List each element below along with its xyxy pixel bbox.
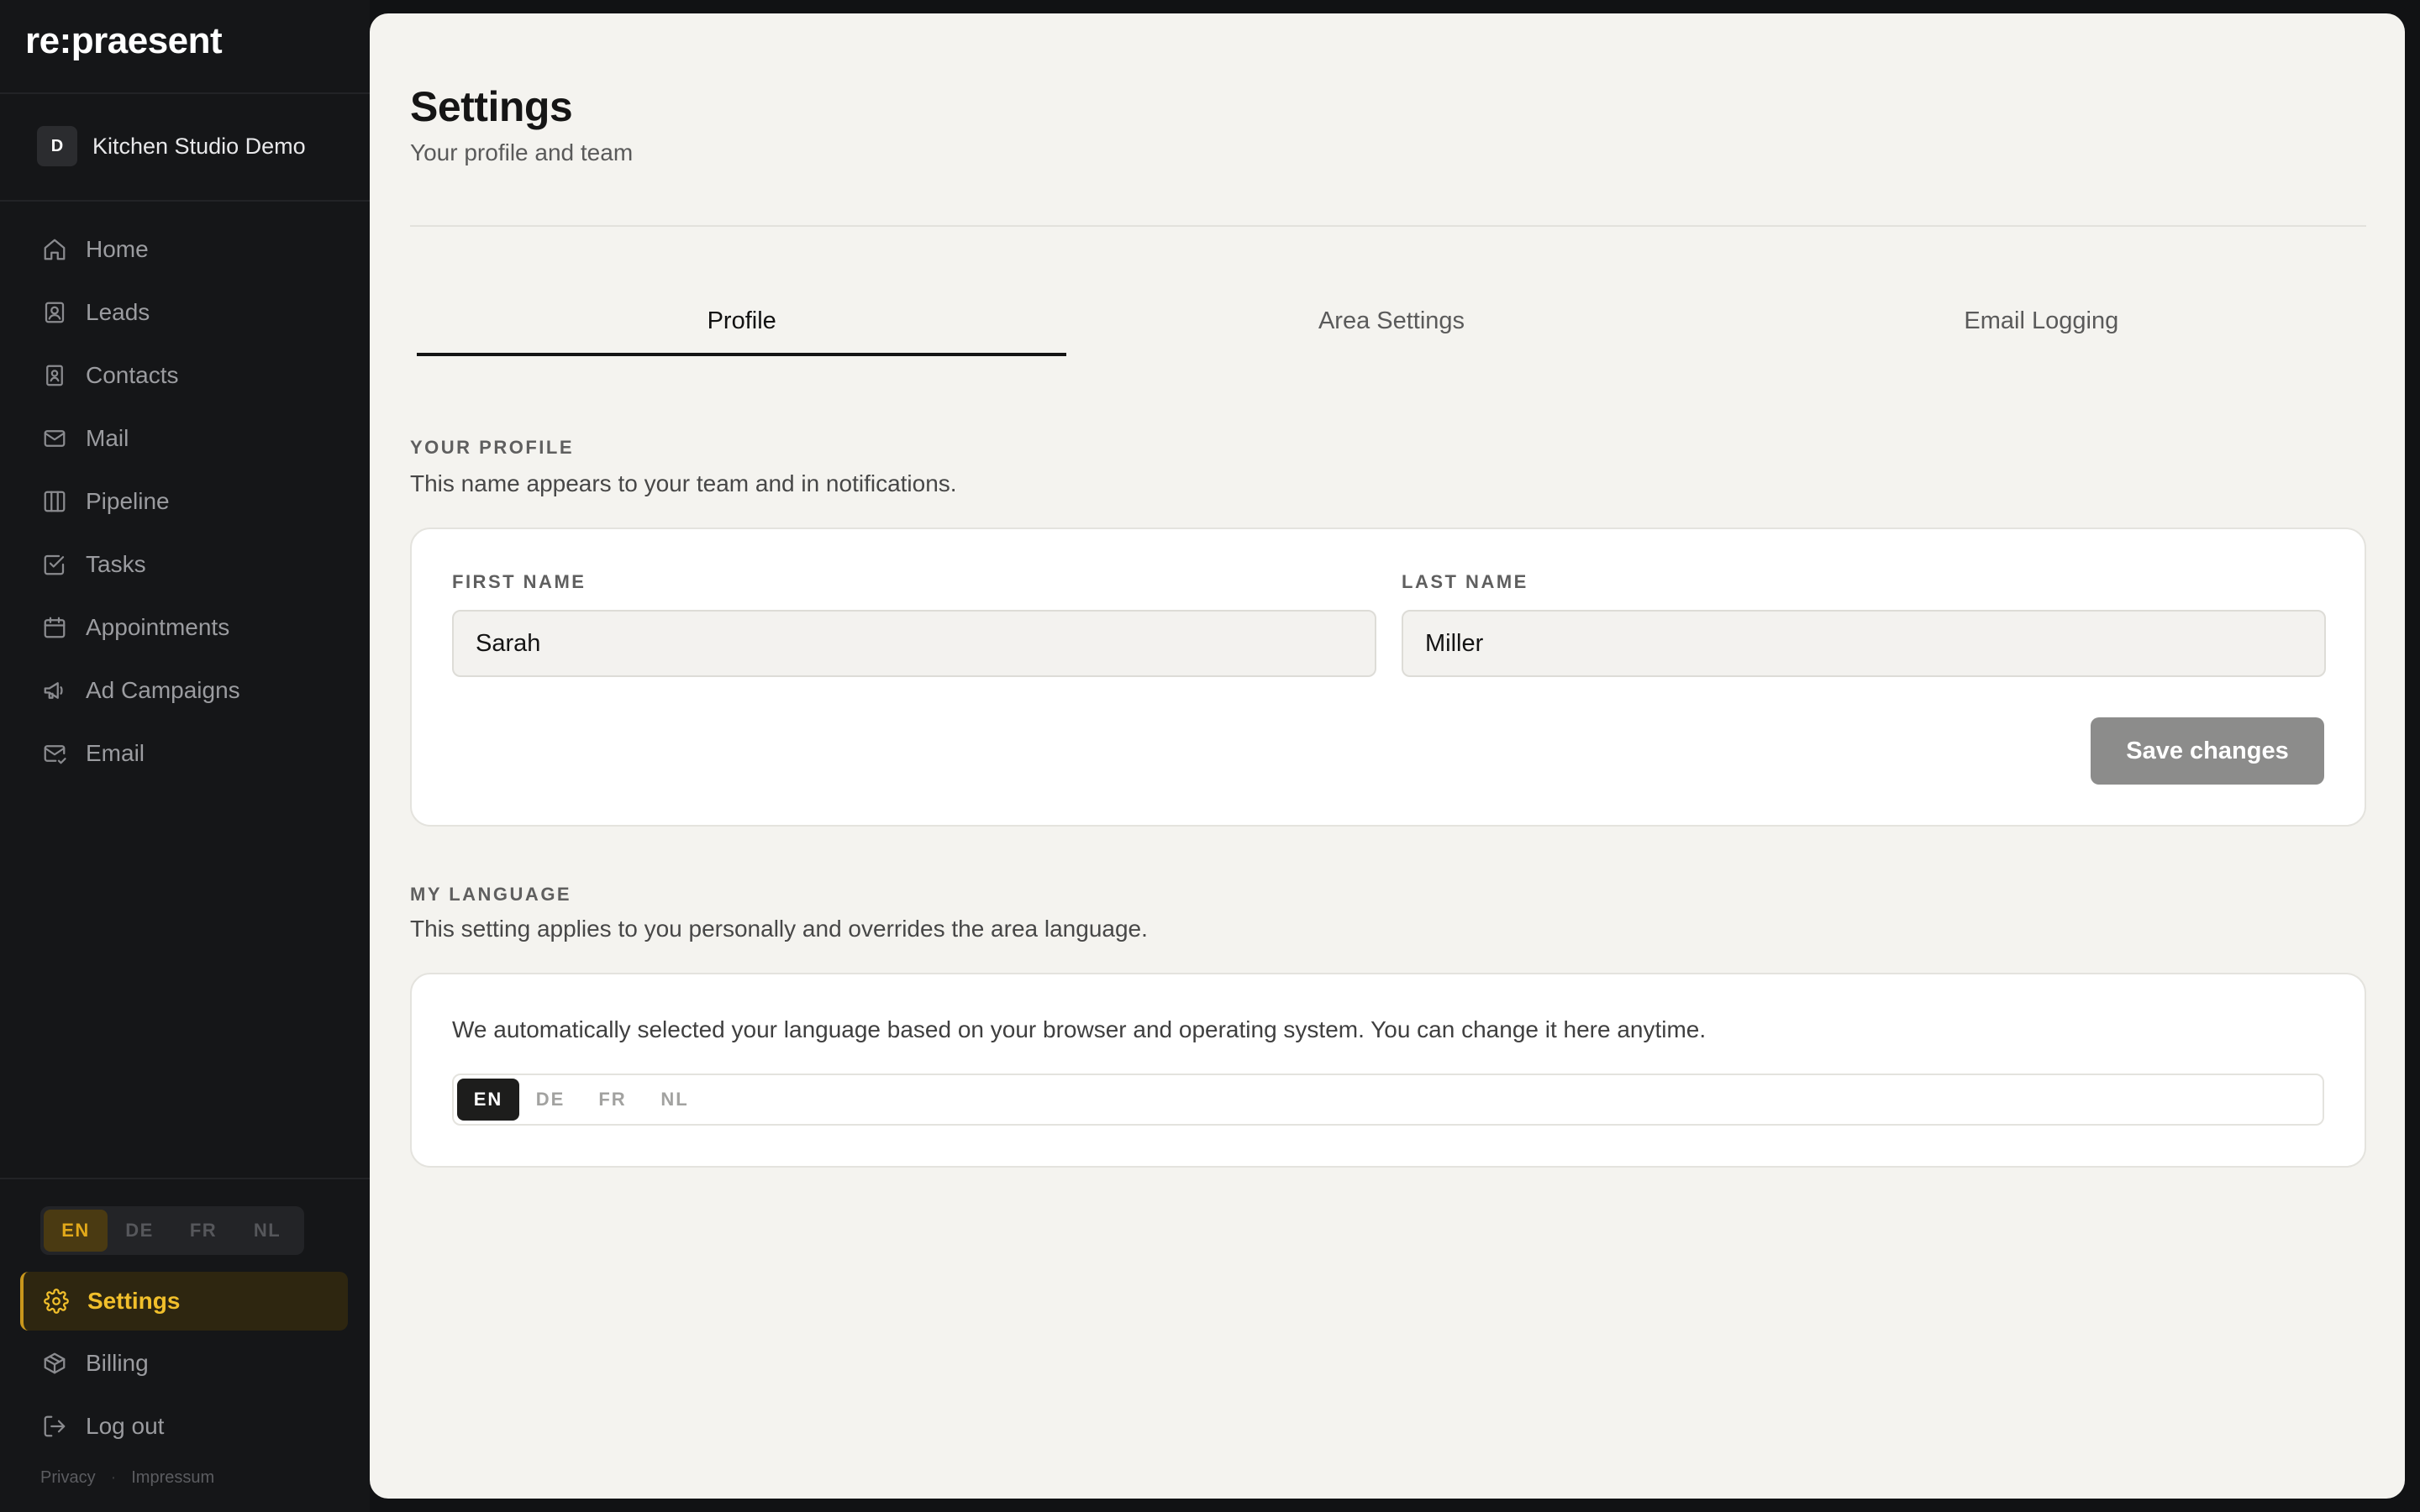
tab-profile[interactable]: Profile	[417, 284, 1067, 356]
gear-icon	[44, 1289, 69, 1314]
last-name-label: LAST NAME	[1402, 571, 1528, 592]
workspace-avatar: D	[37, 126, 77, 166]
sidebar-item-appointments[interactable]: Appointments	[20, 598, 348, 657]
sidebar-item-label: Tasks	[86, 551, 146, 577]
sidebar-item-label: Email	[86, 740, 145, 766]
privacy-link[interactable]: Privacy	[40, 1468, 96, 1488]
language-section-desc: This setting applies to you personally a…	[410, 916, 1148, 942]
header-divider	[410, 225, 2366, 227]
mail-icon	[44, 430, 66, 447]
first-name-label: FIRST NAME	[452, 571, 587, 592]
sidebar-item-email[interactable]: Email	[20, 724, 348, 783]
profile-section-label: YOUR PROFILE	[410, 437, 575, 458]
checkbox-icon	[44, 554, 65, 575]
calendar-icon	[44, 617, 66, 638]
sidebar-item-label: Pipeline	[86, 488, 170, 514]
tab-email-logging[interactable]: Email Logging	[1717, 284, 2366, 341]
sidebar-item-pipeline[interactable]: Pipeline	[20, 472, 348, 531]
workspace-name: Kitchen Studio Demo	[92, 133, 306, 159]
sidebar-item-billing[interactable]: Billing	[20, 1334, 348, 1393]
sidebar-item-label: Appointments	[86, 614, 230, 640]
sidebar-item-mail[interactable]: Mail	[20, 409, 348, 468]
sidebar-item-home[interactable]: Home	[20, 220, 348, 279]
lang-option-fr[interactable]: FR	[581, 1079, 644, 1121]
footer-separator: ·	[110, 1468, 117, 1487]
contact-card-icon	[46, 365, 63, 386]
profile-card: FIRST NAME Sarah LAST NAME Miller Save c…	[410, 528, 2366, 827]
mail-check-icon	[44, 745, 66, 764]
sidebar-item-settings[interactable]: Settings	[20, 1272, 348, 1331]
sidebar-item-ad-campaigns[interactable]: Ad Campaigns	[20, 661, 348, 720]
sidebar-divider	[0, 92, 370, 94]
profile-section-desc: This name appears to your team and in no…	[410, 470, 957, 496]
settings-tabs: Profile Area Settings Email Logging	[417, 284, 2366, 356]
sidebar-divider	[0, 200, 370, 202]
language-card: We automatically selected your language …	[410, 973, 2366, 1168]
lead-badge-icon	[45, 302, 65, 323]
sidebar-footer: Privacy · Impressum	[40, 1468, 214, 1488]
page-subtitle: Your profile and team	[410, 139, 634, 165]
workspace-switcher[interactable]: D Kitchen Studio Demo	[37, 126, 306, 166]
impressum-link[interactable]: Impressum	[131, 1468, 214, 1488]
sidebar-lang-de[interactable]: DE	[108, 1210, 171, 1252]
main-panel: Settings Your profile and team Profile A…	[370, 13, 2405, 1499]
language-section-label: MY LANGUAGE	[410, 884, 572, 905]
logout-icon	[44, 1415, 66, 1437]
app-logo[interactable]: re:praesent	[25, 20, 223, 62]
sidebar-lang-en[interactable]: EN	[44, 1210, 108, 1252]
columns-icon	[44, 491, 66, 512]
sidebar-item-label: Home	[86, 236, 149, 262]
package-icon	[44, 1352, 66, 1374]
sidebar-item-label: Leads	[86, 299, 150, 325]
sidebar-divider	[0, 1178, 370, 1179]
logout-label: Log out	[86, 1413, 165, 1439]
sidebar-item-label: Settings	[87, 1288, 181, 1314]
lang-option-nl[interactable]: NL	[644, 1079, 706, 1121]
sidebar: re:praesent D Kitchen Studio Demo Home L…	[0, 0, 370, 1512]
sidebar-item-label: Contacts	[86, 362, 179, 388]
sidebar-item-label: Ad Campaigns	[86, 677, 240, 703]
sidebar-language-switcher: EN DE FR NL	[40, 1206, 304, 1255]
first-name-field[interactable]: Sarah	[452, 610, 1376, 677]
logout-button[interactable]: Log out	[20, 1397, 348, 1456]
sidebar-item-label: Mail	[86, 425, 129, 451]
lang-option-de[interactable]: DE	[519, 1079, 581, 1121]
save-changes-button[interactable]: Save changes	[2091, 717, 2324, 785]
home-icon	[44, 239, 66, 260]
sidebar-lang-fr[interactable]: FR	[171, 1210, 235, 1252]
sidebar-lang-nl[interactable]: NL	[235, 1210, 299, 1252]
sidebar-item-leads[interactable]: Leads	[20, 283, 348, 342]
last-name-field[interactable]: Miller	[1402, 610, 2326, 677]
sidebar-item-contacts[interactable]: Contacts	[20, 346, 348, 405]
sidebar-item-label: Billing	[86, 1350, 149, 1376]
page-title: Settings	[410, 83, 573, 130]
language-info-text: We automatically selected your language …	[452, 1016, 1707, 1042]
sidebar-item-tasks[interactable]: Tasks	[20, 535, 348, 594]
megaphone-icon	[44, 682, 63, 699]
lang-option-en[interactable]: EN	[457, 1079, 519, 1121]
language-selector: EN DE FR NL	[452, 1074, 2324, 1126]
tab-area-settings[interactable]: Area Settings	[1066, 284, 1716, 341]
